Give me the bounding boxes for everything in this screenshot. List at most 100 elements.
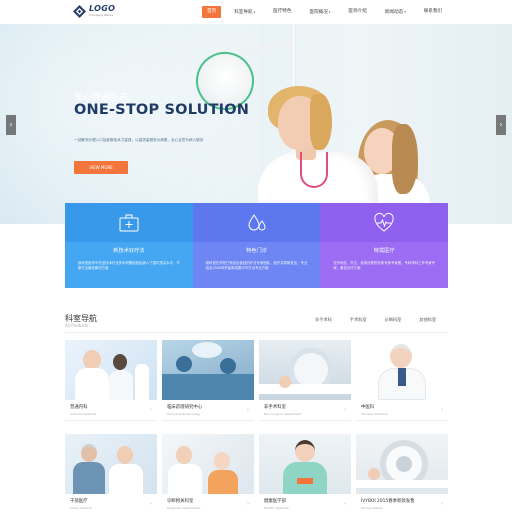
carousel-next-button[interactable]: › [496,115,506,135]
product-card[interactable]: 健康医学部 Health medicine › [259,434,351,512]
surgery-lamp-image [192,342,222,358]
product-name: 中医科 [361,405,375,410]
product-name: 干部医疗 [70,499,88,504]
scrubs-badge-image [297,478,313,484]
product-image [259,340,351,400]
product-card[interactable]: 中医科 Chinese medicine › [356,340,448,421]
nav-item-contact[interactable]: 联系我们 [419,6,447,18]
medkit-icon [119,214,139,232]
surgeon-image [220,358,236,374]
nav-label: 医师介绍 [348,9,367,14]
doctor-face-image [176,446,192,464]
patient-shirt-image [73,462,105,494]
nurse-coat-image [109,370,133,400]
scanner-bed-image [259,384,351,394]
child-face-image [214,452,230,470]
product-image [259,434,351,494]
section-divider [65,332,448,333]
chevron-right-icon: › [344,501,346,507]
doctor-hair-side-image [310,94,332,150]
heartbeat-icon [374,212,394,232]
product-meta: Internal medicine [70,412,97,416]
white-coat-image [75,368,109,400]
product-card[interactable]: 非手术科室 Non-surgical department › [259,340,351,421]
nav-label: 医院概况 [309,10,328,15]
nav-label: 首页 [207,9,217,14]
feature-title: 新技术好疗法 [113,248,145,254]
chevron-right-icon: › [247,501,249,507]
feature-description: 我科室在学校已有结合医技的疗法专家团队，医疗共同研发出，专业结合2004年开始新… [205,261,308,271]
product-name: 非手术科室 [264,405,286,410]
girl-hair-front-image [392,124,418,194]
drops-icon [247,214,266,231]
hero-title: ONE-STOP SOLUTION [74,102,250,118]
product-name: 健康医学部 [264,499,286,504]
child-shirt-image [208,470,238,494]
white-coat-image [109,464,143,494]
nav-label: 新闻动态 [384,10,404,15]
nav-item-overview[interactable]: 医院概况▾ [305,6,336,18]
carousel-prev-button[interactable]: ‹ [6,115,16,135]
nav-item-home[interactable]: 首页 [202,6,222,18]
product-meta: Health medicine [264,506,289,510]
stethoscope-image [300,152,328,188]
card-divider [259,420,351,421]
patient-image [368,468,380,480]
product-name: IVYBOI 2015春季新款发售 [361,499,415,504]
doctor-face-image [83,350,101,370]
chevron-right-icon: › [247,407,249,413]
feature-description: 我科室医学中先进技术疗法多年积累经验给病人了国内顶尖水平，不断打出最佳解决方案 [78,261,180,271]
tab-non-surgical[interactable]: 非手术科 [315,317,332,323]
main-nav: 首页 科室导航▾ 医疗特色 医院概况▾ 医师介绍 新闻动态▾ 联系我们 [202,6,455,18]
logo-diamond-icon [73,5,86,18]
hero-banner: 爱心传递生命 ONE-STOP SOLUTION 一站解决办理入口及影像技术力量… [0,24,512,224]
feature-card-new-tech[interactable]: 新技术好疗法 我科室医学中先进技术疗法多年积累经验给病人了国内顶尖水平，不断打出… [65,203,193,288]
chevron-right-icon: › [150,407,152,413]
feature-description: 在外地名，外达，各类优秀的专家专家专家团，专科学科工作专家专家，最佳诊疗方案 [333,261,436,271]
product-meta: Clinical pharmacology [167,412,201,416]
product-image [65,340,157,400]
nav-label: 医疗特色 [273,9,292,14]
product-card[interactable]: 临床药理研究中心 Clinical pharmacology › [162,340,254,421]
tie-image [398,368,406,386]
product-meta: Chinese medicine [361,412,388,416]
site-header: LOGO Company Name 首页 科室导航▾ 医疗特色 医院概况▾ 医师… [0,0,512,24]
nav-label: 联系我们 [423,9,443,14]
product-image [356,434,448,494]
tab-diagnosis[interactable]: 诊断科室 [385,317,402,323]
view-more-button[interactable]: VIEW MORE [74,161,128,174]
chevron-right-icon: › [344,407,346,413]
product-card[interactable]: 诊断相关科室 Diagnosis department › [162,434,254,512]
product-card[interactable]: IVYBOI 2015春季新款发售 Spring release › [356,434,448,512]
nav-item-doctors[interactable]: 医师介绍 [343,6,371,18]
product-image [65,434,157,494]
mri-bed-image [356,480,448,488]
logo-subtext: Company Name [89,13,114,17]
nav-item-features[interactable]: 医疗特色 [268,6,296,18]
nurse-hair-image [113,354,127,370]
product-card[interactable]: 干部医疗 Cadre medical › [65,434,157,512]
logo-text: LOGO [89,4,116,13]
product-name: 临床药理研究中心 [167,405,203,410]
chevron-right-icon: › [150,501,152,507]
product-card[interactable]: 普通内科 Internal medicine › [65,340,157,421]
feature-card-clinic[interactable]: 特色门诊 我科室在学校已有结合医技的疗法专家团队，医疗共同研发出，专业结合200… [192,203,321,288]
site-logo[interactable]: LOGO Company Name [73,4,143,19]
feature-title: 特色门诊 [246,248,267,254]
feature-title: 特需医疗 [373,248,395,254]
product-image [162,340,254,400]
chevron-down-icon: ▾ [404,10,406,14]
card-divider [65,420,157,421]
product-meta: Spring release [361,506,383,510]
product-name: 诊断相关科室 [167,499,194,504]
elderly-patient-image [81,444,97,462]
card-divider [162,420,254,421]
tab-other[interactable]: 其他科室 [419,317,436,323]
staff-image [135,364,149,400]
nav-item-departments[interactable]: 科室导航▾ [229,6,260,18]
feature-card-special[interactable]: 特需医疗 在外地名，外达，各类优秀的专家专家专家团，专科学科工作专家专家，最佳诊… [320,203,449,288]
nav-item-news[interactable]: 新闻动态▾ [380,6,411,18]
chevron-right-icon: › [441,407,443,413]
mri-bore-image [396,456,412,472]
tab-surgical[interactable]: 手术科室 [350,317,367,323]
